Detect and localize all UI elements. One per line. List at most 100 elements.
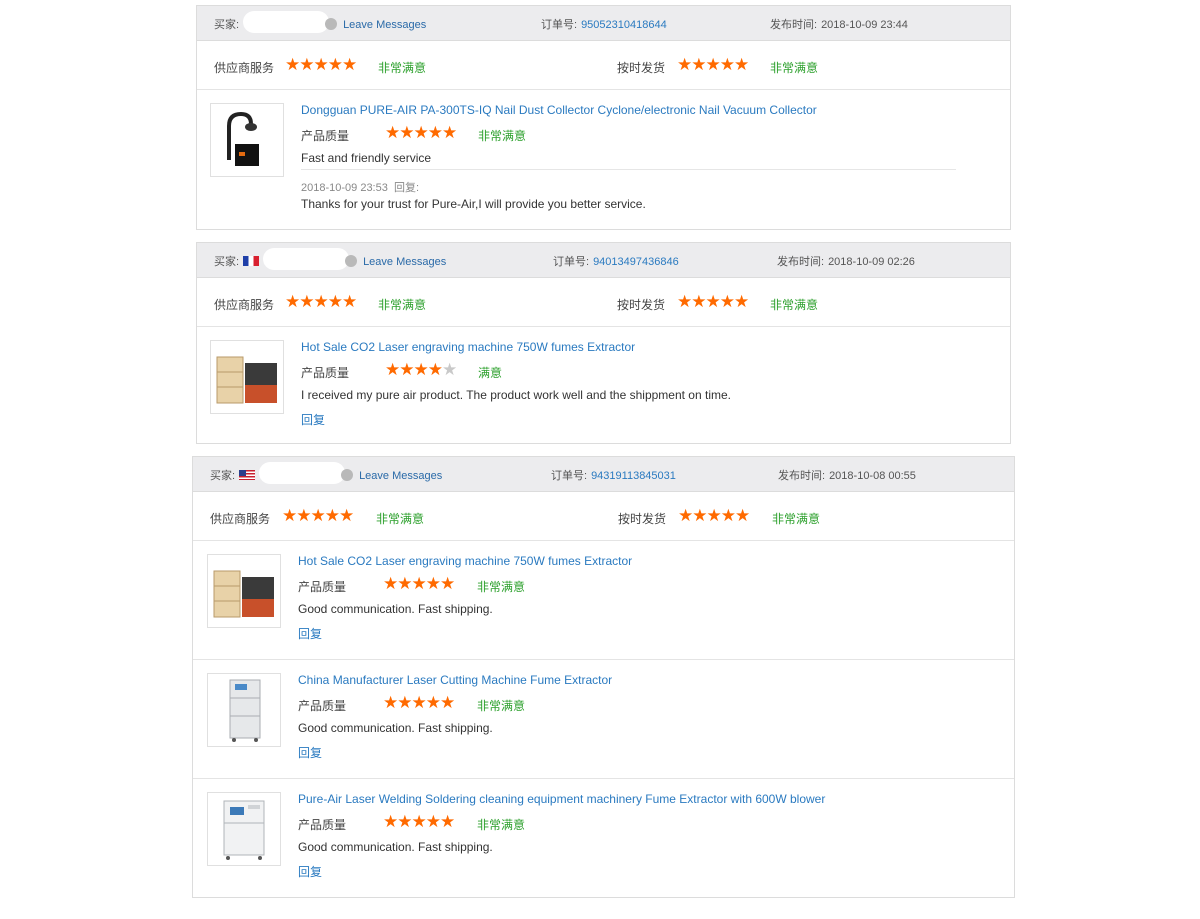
reply-link[interactable]: 回复 (298, 744, 322, 761)
review-card: 买家: Leave Messages 订单号: 94319113845031 发布时… (192, 456, 1015, 898)
product-title-link[interactable]: Dongguan PURE-AIR PA-300TS-IQ Nail Dust … (301, 103, 817, 117)
product-title-link[interactable]: Pure-Air Laser Welding Soldering cleanin… (298, 792, 825, 806)
star-filled-icon: ★ (411, 812, 427, 831)
on-time-stars: ★★★★★ (678, 506, 750, 525)
product-item: Hot Sale CO2 Laser engraving machine 750… (193, 541, 1014, 660)
product-quality-stars: ★★★★★ (385, 360, 457, 379)
product-quality-label: 产品质量 (301, 129, 350, 143)
laser-cabinet-image (216, 356, 277, 404)
order-label: 订单号: (551, 470, 588, 482)
star-filled-icon: ★ (313, 292, 329, 311)
product-thumbnail[interactable] (207, 554, 281, 628)
reply-link[interactable]: 回复 (298, 625, 322, 642)
star-filled-icon: ★ (440, 693, 455, 712)
star-filled-icon: ★ (440, 812, 455, 831)
star-filled-icon: ★ (719, 55, 735, 74)
reply-link[interactable]: 回复 (298, 863, 322, 880)
buyer-label: 买家: (210, 470, 236, 482)
product-quality-stars: ★★★★★ (385, 123, 457, 142)
order-number-link[interactable]: 94013497436846 (593, 256, 679, 268)
leave-messages-link[interactable]: Leave Messages (359, 470, 442, 482)
star-filled-icon: ★ (734, 292, 749, 311)
order-info: 订单号: 94013497436846 (553, 253, 679, 269)
on-time-grade: 非常满意 (770, 61, 819, 75)
product-title-link[interactable]: China Manufacturer Laser Cutting Machine… (298, 673, 612, 687)
star-filled-icon: ★ (397, 574, 412, 593)
product-thumbnail[interactable] (210, 340, 284, 414)
product-thumbnail[interactable] (207, 792, 281, 866)
product-item: Hot Sale CO2 Laser engraving machine 750… (197, 327, 1010, 443)
product-item: China Manufacturer Laser Cutting Machine… (193, 660, 1014, 779)
star-filled-icon: ★ (678, 506, 693, 525)
product-quality-grade: 非常满意 (478, 129, 527, 143)
leave-messages-link[interactable]: Leave Messages (363, 256, 446, 268)
star-filled-icon: ★ (427, 123, 443, 142)
product-quality-grade: 非常满意 (477, 699, 526, 713)
order-label: 订单号: (553, 256, 590, 268)
laser-cabinet-image (213, 570, 274, 618)
posted-time: 2018-10-09 02:26 (828, 256, 915, 268)
star-filled-icon: ★ (425, 574, 441, 593)
star-filled-icon: ★ (677, 292, 692, 311)
supplier-service-grade: 非常满意 (376, 512, 425, 526)
star-filled-icon: ★ (705, 55, 721, 74)
order-number-link[interactable]: 94319113845031 (591, 470, 676, 482)
star-filled-icon: ★ (285, 55, 300, 74)
product-quality-stars: ★★★★★ (383, 693, 455, 712)
on-time-label: 按时发货 (618, 512, 667, 526)
star-filled-icon: ★ (399, 360, 414, 379)
reply-time: 2018-10-09 23:53 (301, 182, 388, 194)
supplier-service-label: 供应商服务 (210, 512, 271, 526)
star-filled-icon: ★ (285, 292, 300, 311)
order-info: 订单号: 94319113845031 (551, 467, 676, 483)
posted-label: 发布时间: (770, 19, 818, 31)
star-filled-icon: ★ (705, 292, 721, 311)
supplier-service-label: 供应商服务 (214, 61, 275, 75)
star-empty-icon: ★ (442, 360, 457, 379)
leave-messages-link[interactable]: Leave Messages (343, 19, 426, 31)
reply-divider (301, 169, 956, 170)
on-time-stars: ★★★★★ (677, 292, 749, 311)
star-filled-icon: ★ (296, 506, 311, 525)
star-filled-icon: ★ (720, 506, 736, 525)
star-filled-icon: ★ (734, 55, 749, 74)
avatar-icon (325, 18, 338, 31)
review-header: 买家: Leave Messages 订单号: 94319113845031 发布时… (193, 457, 1014, 492)
order-label: 订单号: (541, 19, 578, 31)
rating-row: 供应商服务 ★★★★★ 非常满意 按时发货 ★★★★★ 非常满意 (197, 278, 1010, 327)
supplier-service-label: 供应商服务 (214, 298, 275, 312)
buyer-name-masked (243, 11, 330, 34)
review-comment: Good communication. Fast shipping. (298, 721, 493, 735)
review-header: 买家: Leave Messages 订单号: 94013497436846 发布时… (197, 243, 1010, 278)
star-filled-icon: ★ (677, 55, 692, 74)
product-quality-stars: ★★★★★ (383, 812, 455, 831)
product-thumbnail[interactable] (210, 103, 284, 177)
seller-reply-text: Thanks for your trust for Pure-Air,I wil… (301, 197, 646, 211)
avatar-icon (341, 469, 354, 482)
order-number-link[interactable]: 95052310418644 (581, 19, 667, 31)
avatar-icon (345, 255, 358, 268)
star-filled-icon: ★ (719, 292, 735, 311)
product-item: Pure-Air Laser Welding Soldering cleanin… (193, 779, 1014, 897)
product-quality-label: 产品质量 (298, 818, 347, 832)
reply-link[interactable]: 回复 (301, 411, 325, 428)
on-time-label: 按时发货 (617, 298, 666, 312)
product-item: Dongguan PURE-AIR PA-300TS-IQ Nail Dust … (197, 90, 1010, 230)
product-thumbnail[interactable] (207, 673, 281, 747)
star-filled-icon: ★ (399, 123, 414, 142)
star-filled-icon: ★ (327, 55, 343, 74)
on-time-grade: 非常满意 (772, 512, 821, 526)
product-title-link[interactable]: Hot Sale CO2 Laser engraving machine 750… (301, 340, 635, 354)
star-filled-icon: ★ (339, 506, 354, 525)
product-quality-grade: 满意 (478, 366, 503, 380)
star-filled-icon: ★ (411, 574, 427, 593)
on-time-stars: ★★★★★ (677, 55, 749, 74)
reply-prefix: 回复: (393, 182, 420, 194)
star-filled-icon: ★ (342, 55, 357, 74)
buyer-info: 买家: Leave Messages (214, 11, 426, 34)
product-title-link[interactable]: Hot Sale CO2 Laser engraving machine 750… (298, 554, 632, 568)
france-flag-icon (243, 256, 260, 267)
product-quality-stars: ★★★★★ (383, 574, 455, 593)
buyer-name-masked (259, 462, 346, 485)
on-time-grade: 非常满意 (770, 298, 819, 312)
